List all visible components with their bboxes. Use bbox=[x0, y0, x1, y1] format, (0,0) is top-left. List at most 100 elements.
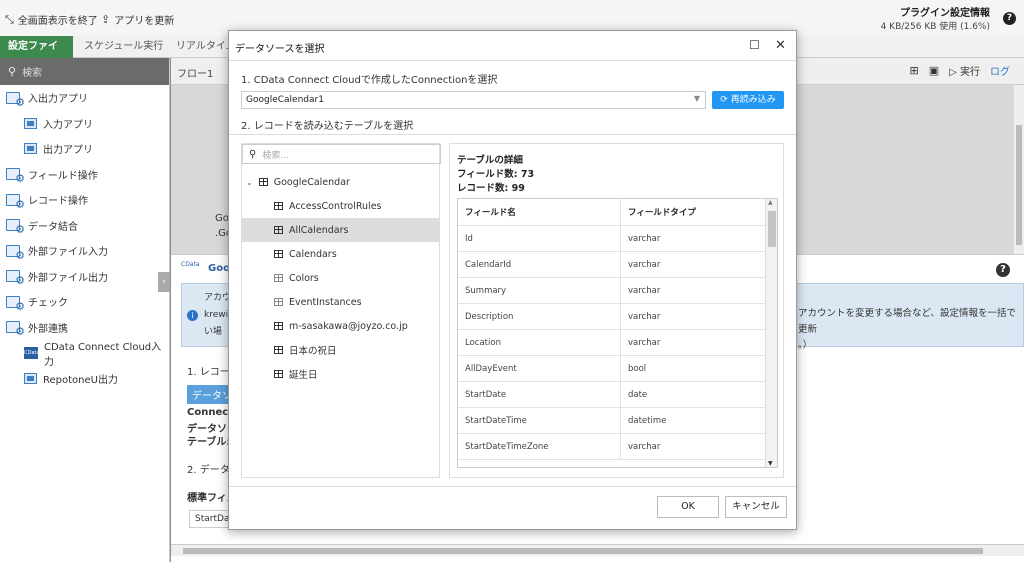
tree-item[interactable]: Calendars bbox=[242, 242, 439, 266]
sidebar-item-cdata-input[interactable]: CData CData Connect Cloud入力 bbox=[0, 340, 169, 368]
sidebar-item-check[interactable]: チェック bbox=[0, 289, 169, 315]
step1-label: 1. CData Connect Cloudで作成したConnectionを選択 bbox=[241, 75, 498, 86]
sidebar: ⚲ 検索 入出力アプリ 入力アプリ 出力アプリ フィールド操作 レコード操作 デ… bbox=[0, 58, 170, 562]
gear-folder-icon bbox=[6, 320, 25, 338]
tree-item[interactable]: Colors bbox=[242, 266, 439, 290]
column-header: フィールド名 bbox=[458, 199, 621, 225]
repotone-icon bbox=[24, 372, 37, 384]
sidebar-item-file-output[interactable]: 外部ファイル出力 bbox=[0, 264, 169, 290]
table-row: Summary varchar bbox=[458, 278, 777, 304]
tree-item[interactable]: m-sasakawa@joyzo.co.jp bbox=[242, 314, 439, 338]
tab-config-file[interactable]: 設定ファイル bbox=[0, 36, 73, 74]
info-text: アカウントを変更する場合など、設定情報を一括で更新 。） bbox=[798, 308, 1017, 351]
table-icon bbox=[274, 322, 283, 330]
close-icon[interactable]: ✕ bbox=[775, 39, 786, 52]
table-detail-pane: テーブルの詳細 フィールド数: 73 レコード数: 99 フィールド名 フィール… bbox=[449, 143, 784, 478]
tree-icon[interactable]: ⊞ bbox=[909, 64, 918, 77]
dialog-title: データソースを選択 bbox=[229, 31, 796, 61]
help-icon[interactable]: ? bbox=[996, 263, 1010, 277]
tree-root[interactable]: ⌄ GoogleCalendar bbox=[242, 170, 439, 194]
log-link[interactable]: ログ bbox=[990, 63, 1010, 78]
app-icon bbox=[24, 117, 37, 129]
play-icon: ▷ bbox=[949, 67, 957, 78]
database-icon bbox=[258, 178, 268, 186]
plugin-usage: 4 KB/256 KB 使用 (1.6%) bbox=[880, 22, 990, 32]
sidebar-item-input-app[interactable]: 入力アプリ bbox=[0, 111, 169, 137]
horizontal-scrollbar[interactable] bbox=[171, 544, 1024, 556]
refresh-icon: ⟳ bbox=[720, 95, 728, 105]
tree-item[interactable]: 日本の祝日 bbox=[242, 338, 439, 362]
ok-button[interactable]: OK bbox=[657, 496, 719, 518]
field-table-scrollbar[interactable]: ▲ ▼ bbox=[765, 199, 777, 467]
tab-schedule[interactable]: スケジュール実行 bbox=[76, 36, 171, 58]
maximize-icon[interactable]: ☐ bbox=[749, 39, 760, 52]
gear-folder-icon bbox=[6, 269, 25, 287]
scroll-thumb[interactable] bbox=[768, 211, 776, 247]
section-fragment: 1. レコー bbox=[187, 367, 230, 378]
table-row: StartDate date bbox=[458, 382, 777, 408]
column-header: フィールドタイプ bbox=[628, 208, 696, 218]
gear-folder-icon bbox=[6, 167, 25, 185]
datasource-dialog: データソースを選択 ☐ ✕ 1. CData Connect Cloudで作成し… bbox=[228, 30, 797, 530]
table-icon bbox=[274, 250, 283, 258]
collapse-icon: ⤡ bbox=[5, 12, 14, 26]
flow-tab[interactable]: フロー1 bbox=[177, 69, 213, 80]
collapse-sidebar-button[interactable]: ‹ bbox=[158, 272, 170, 292]
help-icon[interactable]: ? bbox=[1003, 12, 1016, 25]
scroll-up-icon[interactable]: ▲ bbox=[768, 199, 773, 206]
section-fragment: 2. データ bbox=[187, 465, 230, 476]
app-icon bbox=[24, 143, 37, 155]
tree-item[interactable]: EventInstances bbox=[242, 290, 439, 314]
sidebar-search[interactable]: ⚲ 検索 bbox=[0, 58, 169, 85]
message-icon[interactable]: ▣ bbox=[929, 64, 939, 77]
cdata-icon: CData bbox=[24, 346, 39, 359]
detail-title: テーブルの詳細 bbox=[457, 155, 523, 166]
info-fragment: アカウ bbox=[204, 293, 232, 303]
cancel-button[interactable]: キャンセル bbox=[725, 496, 787, 518]
node-fragment: Go bbox=[215, 213, 229, 224]
tree-item[interactable]: 誕生日 bbox=[242, 362, 439, 386]
info-fragment: krewi bbox=[204, 310, 229, 320]
table-tree-pane: ⚲ 検索... ⌄ GoogleCalendar AccessControlRu… bbox=[241, 143, 441, 478]
table-icon bbox=[274, 226, 283, 234]
table-row: AllDayEvent bool bbox=[458, 356, 777, 382]
tree-item[interactable]: AccessControlRules bbox=[242, 194, 439, 218]
sidebar-item-external[interactable]: 外部連携 bbox=[0, 315, 169, 341]
scroll-down-icon[interactable]: ▼ bbox=[768, 460, 773, 467]
info-icon: i bbox=[187, 310, 198, 321]
panel-title: Goo bbox=[208, 263, 230, 274]
sidebar-item-io-apps[interactable]: 入出力アプリ bbox=[0, 85, 169, 111]
table-row: Location varchar bbox=[458, 330, 777, 356]
connection-select[interactable]: GoogleCalendar1 ▼ bbox=[241, 91, 706, 109]
search-icon: ⚲ bbox=[8, 65, 17, 78]
table-label: テーブル: bbox=[187, 437, 231, 448]
gear-folder-icon bbox=[6, 244, 25, 262]
table-icon bbox=[274, 370, 283, 378]
view-icon bbox=[274, 274, 283, 282]
search-icon: ⚲ bbox=[249, 148, 257, 160]
gear-folder-icon bbox=[6, 218, 25, 236]
table-search-input[interactable]: ⚲ 検索... bbox=[242, 144, 441, 164]
flow-toolbar: ⊞ ▣ ▷ 実行 ログ bbox=[909, 63, 1010, 78]
chevron-down-icon: ▼ bbox=[693, 94, 700, 103]
tree-item-selected[interactable]: AllCalendars bbox=[242, 218, 439, 242]
gear-folder-icon bbox=[6, 193, 25, 211]
run-button[interactable]: ▷ 実行 bbox=[949, 63, 980, 78]
divider bbox=[229, 486, 796, 487]
filter-field[interactable]: StartDa bbox=[189, 510, 229, 528]
fullscreen-exit-button[interactable]: ⤡ 全画面表示を終了 bbox=[5, 12, 98, 28]
sidebar-item-record-ops[interactable]: レコード操作 bbox=[0, 187, 169, 213]
sidebar-item-data-join[interactable]: データ結合 bbox=[0, 213, 169, 239]
sidebar-item-file-input[interactable]: 外部ファイル入力 bbox=[0, 238, 169, 264]
sidebar-item-output-app[interactable]: 出力アプリ bbox=[0, 136, 169, 162]
update-app-button[interactable]: ⇪ アプリを更新 bbox=[101, 12, 174, 27]
sidebar-item-field-ops[interactable]: フィールド操作 bbox=[0, 162, 169, 188]
table-row: StartDateTime datetime bbox=[458, 408, 777, 434]
chevron-down-icon: ⌄ bbox=[246, 177, 253, 187]
reload-button[interactable]: ⟳ 再読み込み bbox=[712, 91, 784, 109]
info-fragment: い場 bbox=[204, 327, 223, 337]
table-row: Description varchar bbox=[458, 304, 777, 330]
view-icon bbox=[274, 298, 283, 306]
sidebar-item-repotone-output[interactable]: RepotoneU出力 bbox=[0, 366, 169, 392]
table-icon bbox=[274, 202, 283, 210]
